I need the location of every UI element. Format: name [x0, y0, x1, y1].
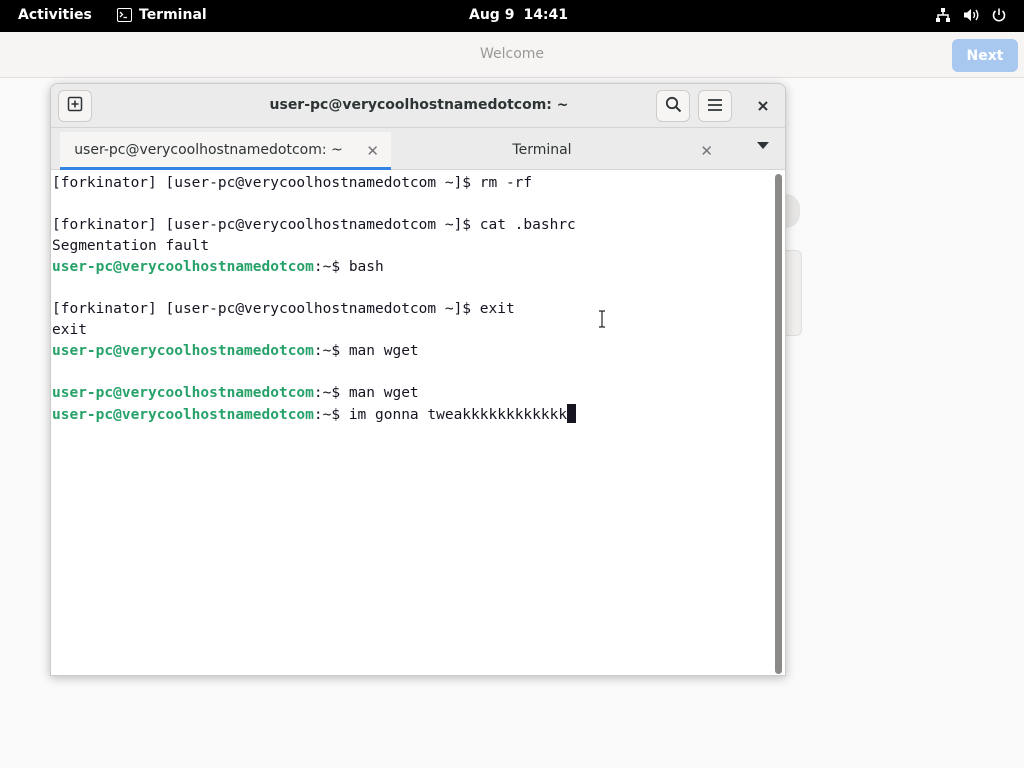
- tab-label: user-pc@verycoolhostnamedotcom: ~: [74, 142, 343, 158]
- prompt-command: :~$ man wget: [313, 343, 419, 359]
- terminal-line: user-pc@verycoolhostnamedotcom:~$ man wg…: [52, 383, 773, 404]
- prompt-command: :~$ man wget: [313, 385, 419, 401]
- text-cursor: [567, 404, 577, 423]
- close-window-button[interactable]: [746, 90, 780, 122]
- prompt-command: :~$ bash: [313, 259, 384, 275]
- next-button[interactable]: Next: [952, 39, 1018, 72]
- welcome-headerbar: Welcome Next: [0, 32, 1024, 78]
- terminal-line: user-pc@verycoolhostnamedotcom:~$ man wg…: [52, 341, 773, 362]
- tab-close-icon[interactable]: ✕: [366, 142, 379, 160]
- welcome-background-panel: [786, 250, 802, 336]
- prompt-user: user-pc@verycoolhostnamedotcom: [52, 385, 314, 401]
- scrollbar-thumb[interactable]: [775, 174, 782, 674]
- terminal-line: user-pc@verycoolhostnamedotcom:~$ bash: [52, 257, 773, 278]
- terminal-line: [forkinator] [user-pc@verycoolhostnamedo…: [52, 175, 533, 191]
- terminal-line: exit: [52, 322, 87, 338]
- app-menu-label: Terminal: [139, 7, 207, 23]
- tab-user-pc[interactable]: user-pc@verycoolhostnamedotcom: ~ ✕: [60, 132, 391, 170]
- terminal-headerbar: user-pc@verycoolhostnamedotcom: ~: [51, 84, 785, 128]
- terminal-line: user-pc@verycoolhostnamedotcom:~$ im gon…: [52, 404, 773, 425]
- hamburger-menu-icon: [707, 97, 723, 116]
- ibeam-cursor-icon: [598, 310, 606, 328]
- search-button[interactable]: [656, 90, 690, 122]
- menu-button[interactable]: [698, 90, 732, 122]
- close-icon: [757, 97, 769, 116]
- prompt-user: user-pc@verycoolhostnamedotcom: [52, 407, 314, 423]
- search-icon: [665, 96, 682, 117]
- terminal-line: [forkinator] [user-pc@verycoolhostnamedo…: [52, 301, 515, 317]
- prompt-command: :~$ im gonna tweakkkkkkkkkkkk: [313, 407, 568, 423]
- tab-terminal[interactable]: Terminal ✕: [393, 132, 725, 170]
- system-tray[interactable]: [934, 6, 1008, 24]
- top-bar: Activities Terminal Aug 9 14:41: [0, 0, 1024, 32]
- tab-overview-dropdown-icon[interactable]: [757, 142, 769, 149]
- terminal-window: user-pc@verycoolhostnamedotcom: ~ user-p…: [50, 83, 786, 676]
- clock[interactable]: Aug 9 14:41: [469, 7, 568, 23]
- tab-label: Terminal: [512, 142, 572, 158]
- welcome-background-element: [786, 194, 800, 228]
- welcome-title: Welcome: [479, 46, 545, 62]
- clock-date: Aug 9: [469, 7, 515, 23]
- power-icon: [990, 6, 1008, 24]
- terminal-line: Segmentation fault: [52, 238, 210, 254]
- tab-close-icon[interactable]: ✕: [700, 142, 713, 160]
- network-icon: [934, 6, 952, 24]
- prompt-user: user-pc@verycoolhostnamedotcom: [52, 259, 314, 275]
- activities-button[interactable]: Activities: [18, 7, 92, 23]
- terminal-line: [forkinator] [user-pc@verycoolhostnamedo…: [52, 217, 576, 233]
- terminal-app-icon: [117, 8, 132, 22]
- volume-icon: [962, 6, 980, 24]
- terminal-output[interactable]: [forkinator] [user-pc@verycoolhostnamedo…: [51, 170, 773, 675]
- clock-time: 14:41: [523, 7, 569, 23]
- tab-bar: user-pc@verycoolhostnamedotcom: ~ ✕ Term…: [51, 128, 785, 170]
- prompt-user: user-pc@verycoolhostnamedotcom: [52, 343, 314, 359]
- app-menu[interactable]: Terminal: [117, 7, 207, 23]
